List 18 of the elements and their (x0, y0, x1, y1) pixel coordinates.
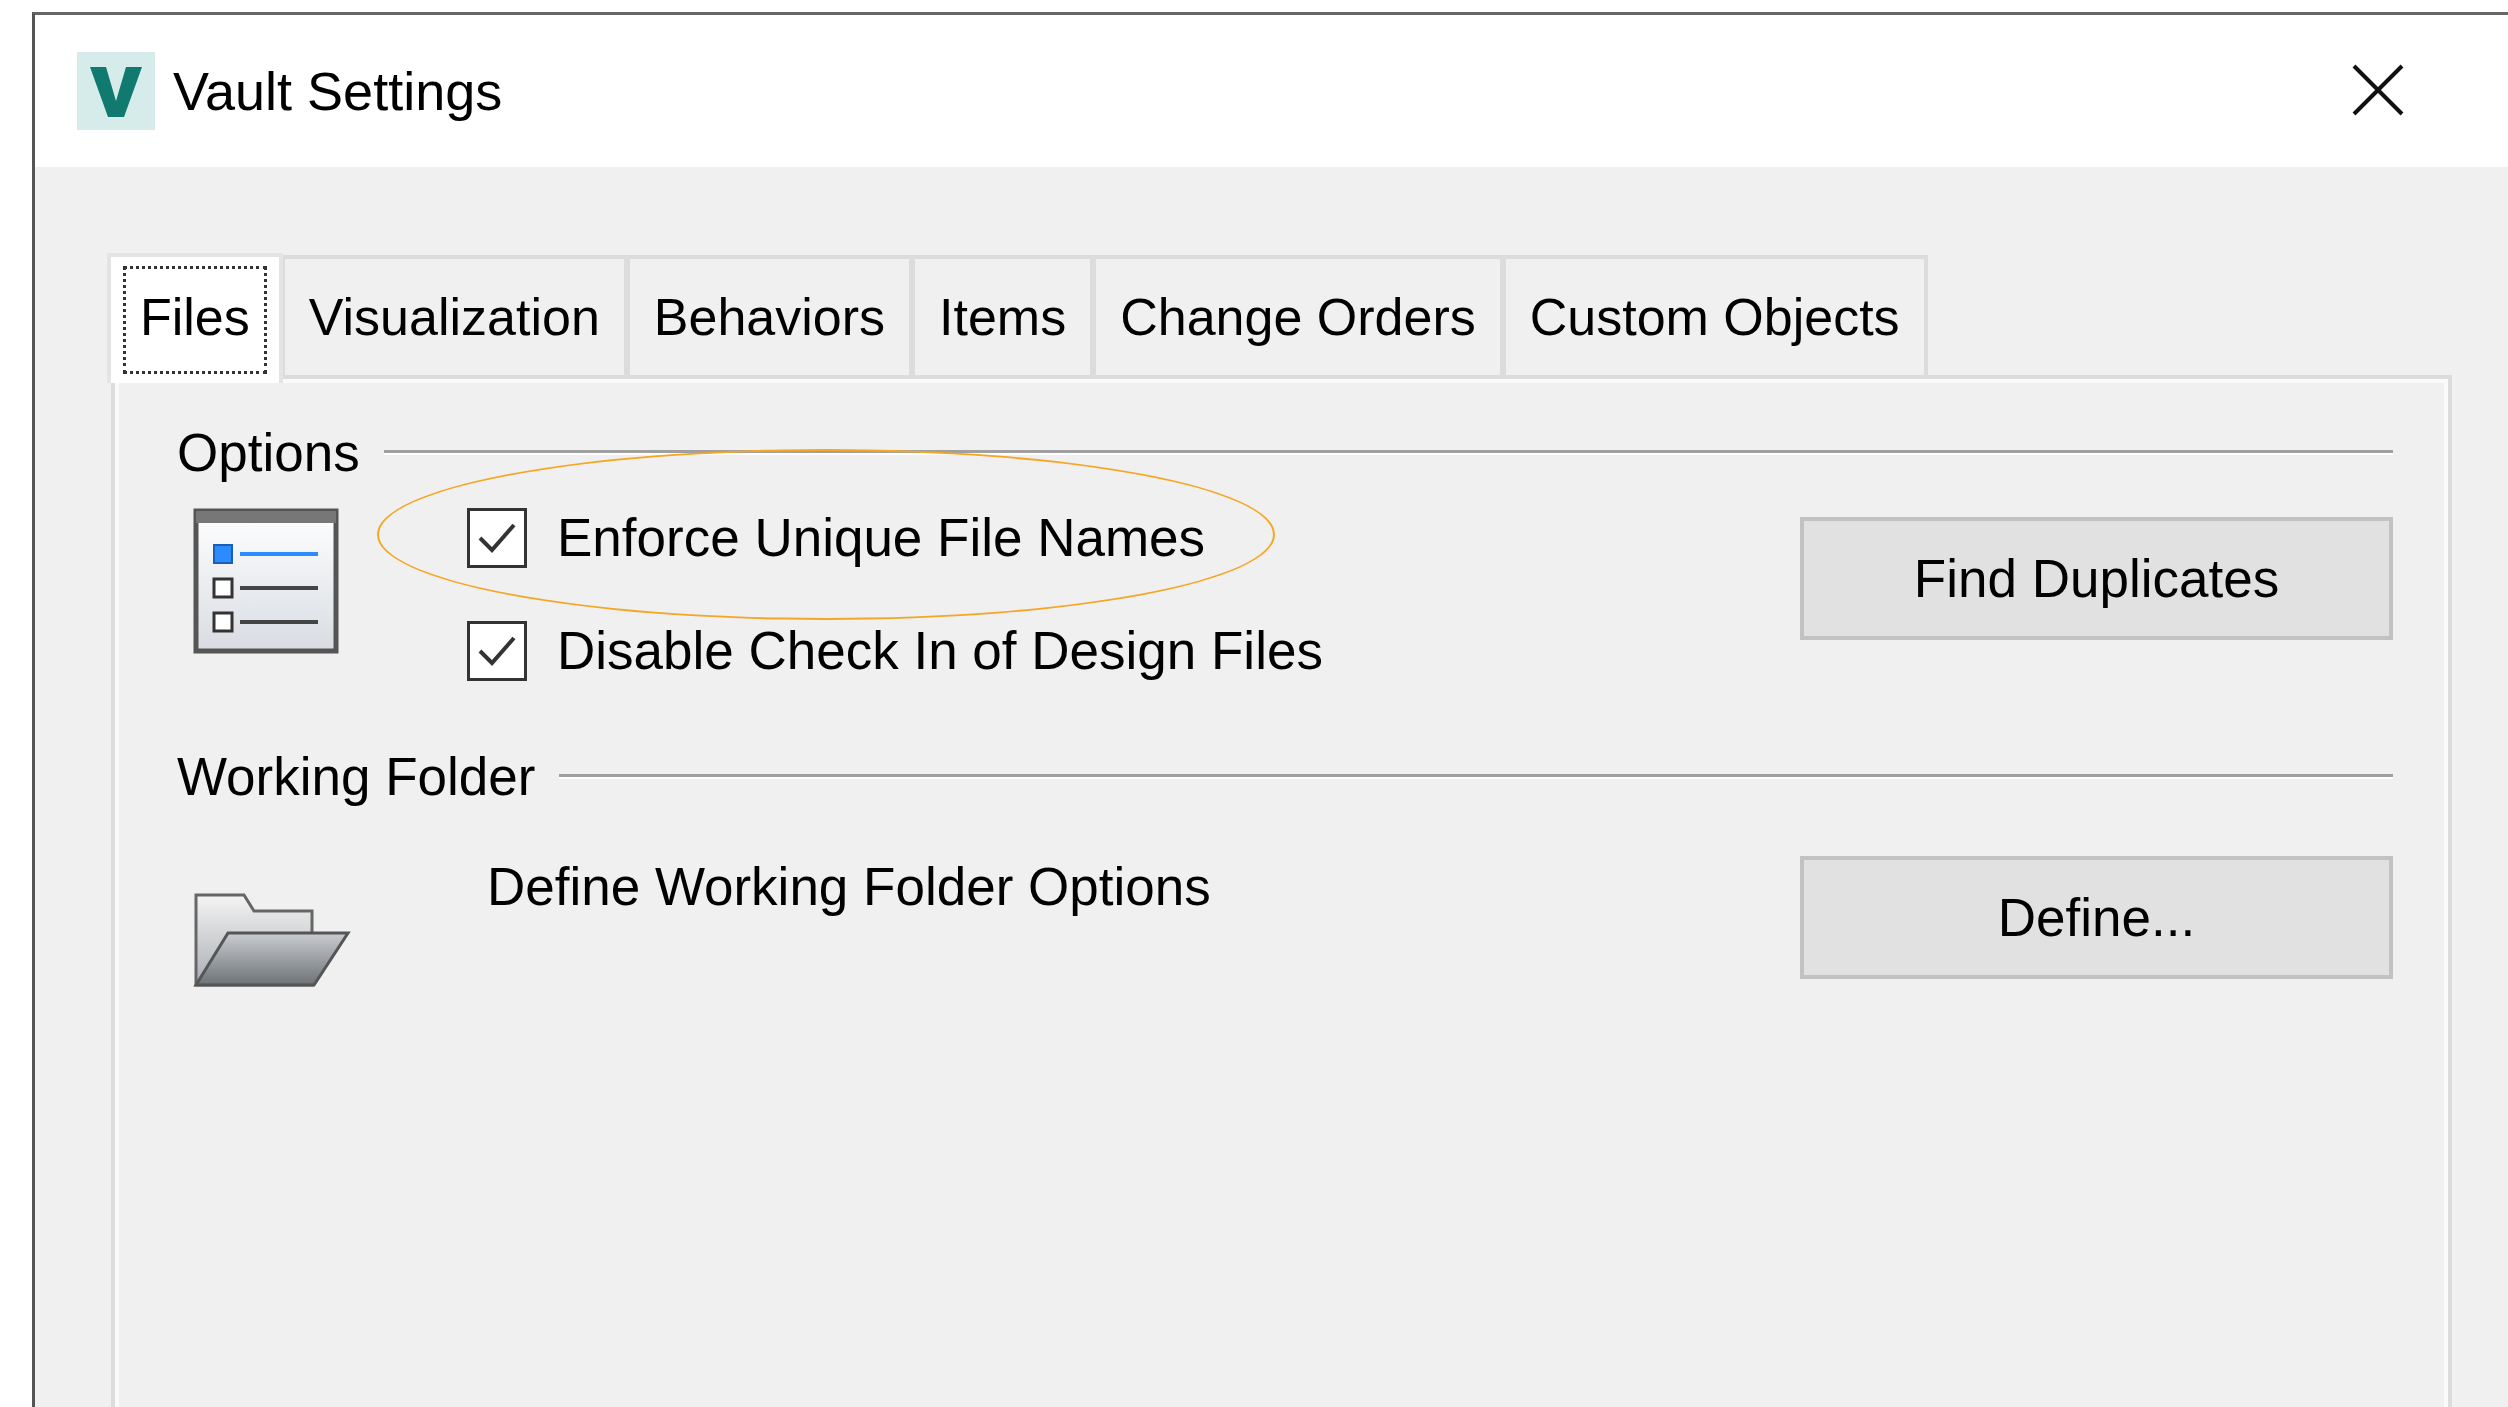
tab[interactable]: Files (107, 253, 283, 383)
tab[interactable]: Behaviors (625, 255, 914, 375)
checkbox-label[interactable]: Enforce Unique File Names (557, 507, 1206, 568)
section-title: Options (177, 421, 360, 483)
list-window-icon (192, 507, 342, 657)
tab[interactable]: Custom Objects (1501, 255, 1928, 375)
app-logo-icon (77, 52, 155, 130)
section-button[interactable]: Find Duplicates (1800, 517, 2393, 640)
tab[interactable]: Items (911, 255, 1095, 375)
tab[interactable]: Visualization (280, 255, 628, 375)
window-title: Vault Settings (173, 60, 503, 122)
checkbox[interactable] (467, 620, 527, 681)
tab[interactable]: Change Orders (1092, 255, 1504, 375)
section-description: Define Working Folder Options (486, 856, 1212, 917)
checkbox[interactable] (467, 507, 527, 568)
section-button[interactable]: Define... (1800, 856, 2393, 979)
checkbox-label[interactable]: Disable Check In of Design Files (557, 620, 1323, 681)
section-title: Working Folder (177, 745, 536, 807)
